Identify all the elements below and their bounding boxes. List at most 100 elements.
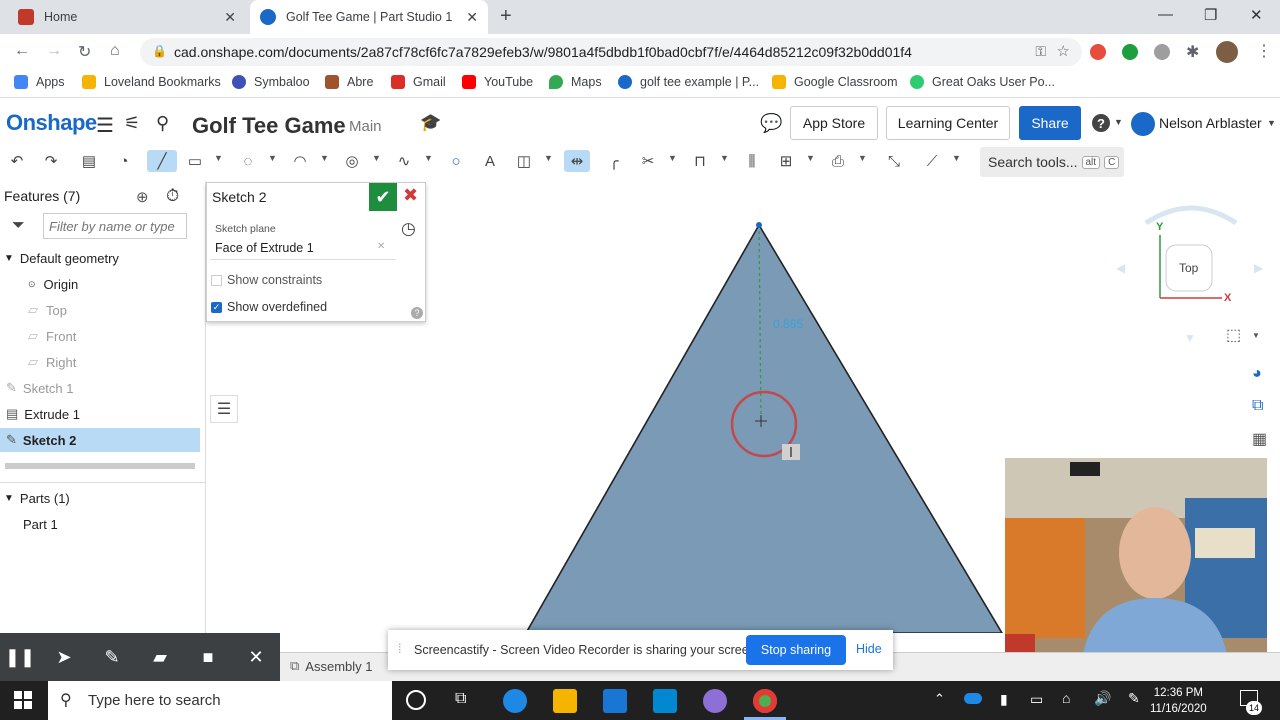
user-avatar[interactable] [1131,112,1155,136]
back-icon[interactable]: ← [14,42,30,60]
bookmark-classroom[interactable]: Google Classroom [772,75,898,89]
close-icon[interactable]: ✕ [242,643,270,671]
trim-tool-icon[interactable]: ✂ [637,150,659,172]
taskbar-clock[interactable]: 12:36 PM 11/16/2020 [1150,685,1207,717]
dimension-value[interactable]: 0.865 [773,317,803,331]
new-tab-button[interactable]: + [500,5,512,28]
chevron-down-icon[interactable]: ▼ [214,153,223,163]
eraser-icon[interactable]: ▰ [146,643,174,671]
line-tool-icon[interactable]: ╱ [147,150,177,172]
help-icon[interactable]: ? [1092,114,1110,132]
chevron-down-icon[interactable]: ▼ [268,153,277,163]
checkbox-unchecked[interactable] [211,274,222,286]
chevron-down-icon[interactable]: ▼ [668,153,677,163]
feature-sketch-1[interactable]: ✎ Sketch 1 [0,376,200,400]
pause-icon[interactable]: ❚❚ [5,643,35,671]
education-cap-icon[interactable]: 🎓 [420,113,441,133]
pen-workspace-icon[interactable]: ✎ [1128,690,1140,707]
forward-icon[interactable]: → [46,42,62,60]
feature-sketch-2[interactable]: ✎ Sketch 2 [0,428,200,452]
bookmark-golf-tee[interactable]: golf tee example | P... [618,75,759,89]
bookmark-maps[interactable]: Maps [549,75,602,89]
store-icon[interactable] [603,689,627,713]
usb-icon[interactable]: ▮ [1000,691,1008,708]
checkbox-checked[interactable]: ✓ [211,301,222,313]
construction-tool-icon[interactable]: ◫ [513,150,535,172]
drag-handle-icon[interactable]: ⁞ [398,642,401,656]
rectangle-tool-icon[interactable]: ▭ [184,150,206,172]
browser-tab-home[interactable]: Home ✕ [8,0,246,34]
hamburger-menu-icon[interactable]: ☰ [96,113,114,138]
bookmark-apps[interactable]: Apps [14,75,65,89]
chevron-down-icon[interactable]: ▼ [806,153,815,163]
construction-line-icon[interactable]: ⟋ [921,150,943,172]
taskbar-search-box[interactable]: ⚲ Type here to search [48,681,392,720]
vertex-point[interactable] [756,222,762,228]
chevron-down-icon[interactable]: ▼ [1114,117,1123,127]
onshape-logo[interactable]: Onshape [6,110,97,136]
default-geometry-group[interactable]: ▼ Default geometry [0,246,200,270]
hide-button[interactable]: Hide [856,642,882,656]
sketch-plane-field[interactable]: Sketch plane Face of Extrude 1 ✕ [210,216,396,260]
feature-right-plane[interactable]: ▱ Right [0,350,200,374]
part-1[interactable]: Part 1 [0,512,200,536]
chevron-down-icon[interactable]: ▼ [372,153,381,163]
feature-front-plane[interactable]: ▱ Front [0,324,200,348]
arrow-left-icon[interactable]: ◀ [1116,261,1125,275]
windows-start-icon[interactable] [14,691,32,709]
document-title[interactable]: Golf Tee Game [192,113,346,139]
part-face[interactable] [525,223,1003,633]
close-tab-icon[interactable]: ✕ [224,9,236,26]
circle-tool-icon[interactable]: ◌ [237,150,259,172]
onedrive-icon[interactable] [964,693,982,704]
dimension-tool-icon[interactable]: ⇹ [564,150,590,172]
cancel-x-icon[interactable]: ✖ [403,185,418,206]
clipboard-icon[interactable]: ▤ [78,150,100,172]
network-icon[interactable]: ⌂ [1062,690,1070,706]
clear-x-icon[interactable]: ✕ [377,241,385,252]
user-name[interactable]: Nelson Arblaster [1159,115,1262,131]
show-constraints-row[interactable]: Show constraints [211,273,322,287]
chevron-down-icon[interactable]: ▼ [320,153,329,163]
app-store-button[interactable]: App Store [790,106,878,140]
variables-icon[interactable]: ▦ [1252,429,1267,449]
chrome-icon[interactable] [753,689,777,713]
bookmark-youtube[interactable]: YouTube [462,75,533,89]
transform-tool-icon[interactable]: ⤡ [883,150,905,172]
camera-icon[interactable]: ■ [194,643,222,671]
restore-icon[interactable]: ❐ [1204,6,1217,24]
battery-icon[interactable]: ▭ [1030,691,1043,708]
filter-input[interactable] [43,213,187,239]
reload-icon[interactable]: ↻ [78,42,91,62]
versions-icon[interactable]: ⚲ [156,113,169,134]
rollback-bar[interactable] [5,463,195,469]
chevron-down-icon[interactable]: ▼ [720,153,729,163]
clock-history-icon[interactable]: ◷ [401,219,416,239]
home-icon[interactable]: ⌂ [110,42,120,60]
accept-check-icon[interactable]: ✔ [369,183,397,211]
chevron-down-icon[interactable]: ▼ [952,153,961,163]
chevron-down-icon[interactable]: ▼ [544,153,553,163]
undo-icon[interactable]: ↶ [6,150,28,172]
file-explorer-icon[interactable] [553,689,577,713]
learning-center-button[interactable]: Learning Center [886,106,1010,140]
minimize-icon[interactable]: — [1158,6,1173,23]
close-window-icon[interactable]: ✕ [1250,6,1263,24]
dxf-import-icon[interactable]: ⎙ [827,150,849,172]
feature-top-plane[interactable]: ▱ Top [0,298,200,322]
chevron-down-icon[interactable]: ▼ [1252,331,1260,340]
mirror-tool-icon[interactable]: ⫼ [741,150,763,172]
chevron-down-icon[interactable]: ▼ [858,153,867,163]
bookmark-loveland[interactable]: Loveland Bookmarks [82,75,221,89]
puzzle-icon[interactable]: ✱ [1186,42,1199,62]
rollback-timer-icon[interactable]: ⏱ [166,186,179,206]
feature-origin[interactable]: ⊙ Origin [0,272,200,296]
bookmark-abre[interactable]: Abre [325,75,373,89]
star-icon[interactable]: ☆ [1057,42,1070,60]
filter-icon[interactable]: ⏷ [12,217,25,235]
task-view-icon[interactable]: ⧉ [455,690,466,708]
tab-assembly-1[interactable]: ⧉ Assembly 1 [290,658,373,674]
profile-avatar[interactable] [1216,41,1238,63]
arrow-down-icon[interactable]: ▼ [1184,331,1196,345]
add-folder-icon[interactable]: ⊕ [136,188,149,206]
